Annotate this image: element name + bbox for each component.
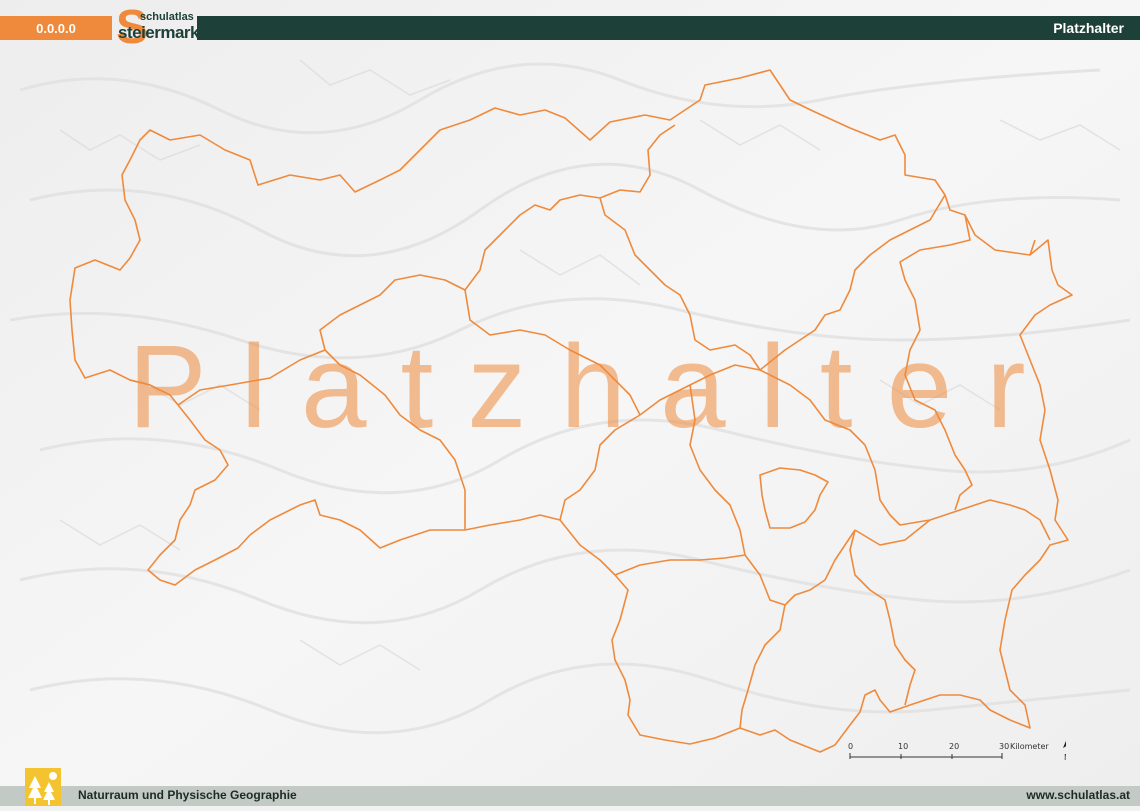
district-border <box>689 384 746 556</box>
district-border <box>177 274 466 406</box>
footer-subject: Naturraum und Physische Geographie <box>78 788 297 802</box>
styria-map <box>69 69 1073 753</box>
district-border <box>639 364 761 416</box>
north-label: N <box>1064 753 1066 762</box>
district-border <box>599 197 866 446</box>
scale-tick-label: 10 <box>898 742 908 751</box>
scale-bar: 0 10 20 30 Kilometer N <box>848 740 1066 762</box>
scale-tick-label: 30 <box>999 742 1009 751</box>
state-border <box>69 69 1073 753</box>
north-arrow-icon <box>1063 740 1066 748</box>
scale-unit-label: Kilometer <box>1010 742 1049 751</box>
district-border <box>324 349 466 530</box>
district-border <box>849 529 916 706</box>
district-border <box>614 529 856 606</box>
scale-tick-label: 20 <box>949 742 959 751</box>
district-border <box>559 414 641 521</box>
district-border <box>464 124 676 291</box>
district-border <box>899 214 973 511</box>
district-border <box>759 194 946 371</box>
district-border <box>129 379 151 386</box>
tree-sun-icon <box>25 768 61 806</box>
graz-city-border <box>759 467 829 529</box>
district-border <box>854 519 931 546</box>
district-border <box>464 289 641 416</box>
district-border <box>739 604 786 729</box>
scale-tick-label: 0 <box>848 742 853 751</box>
footer-url-link[interactable]: www.schulatlas.at <box>1026 788 1130 802</box>
